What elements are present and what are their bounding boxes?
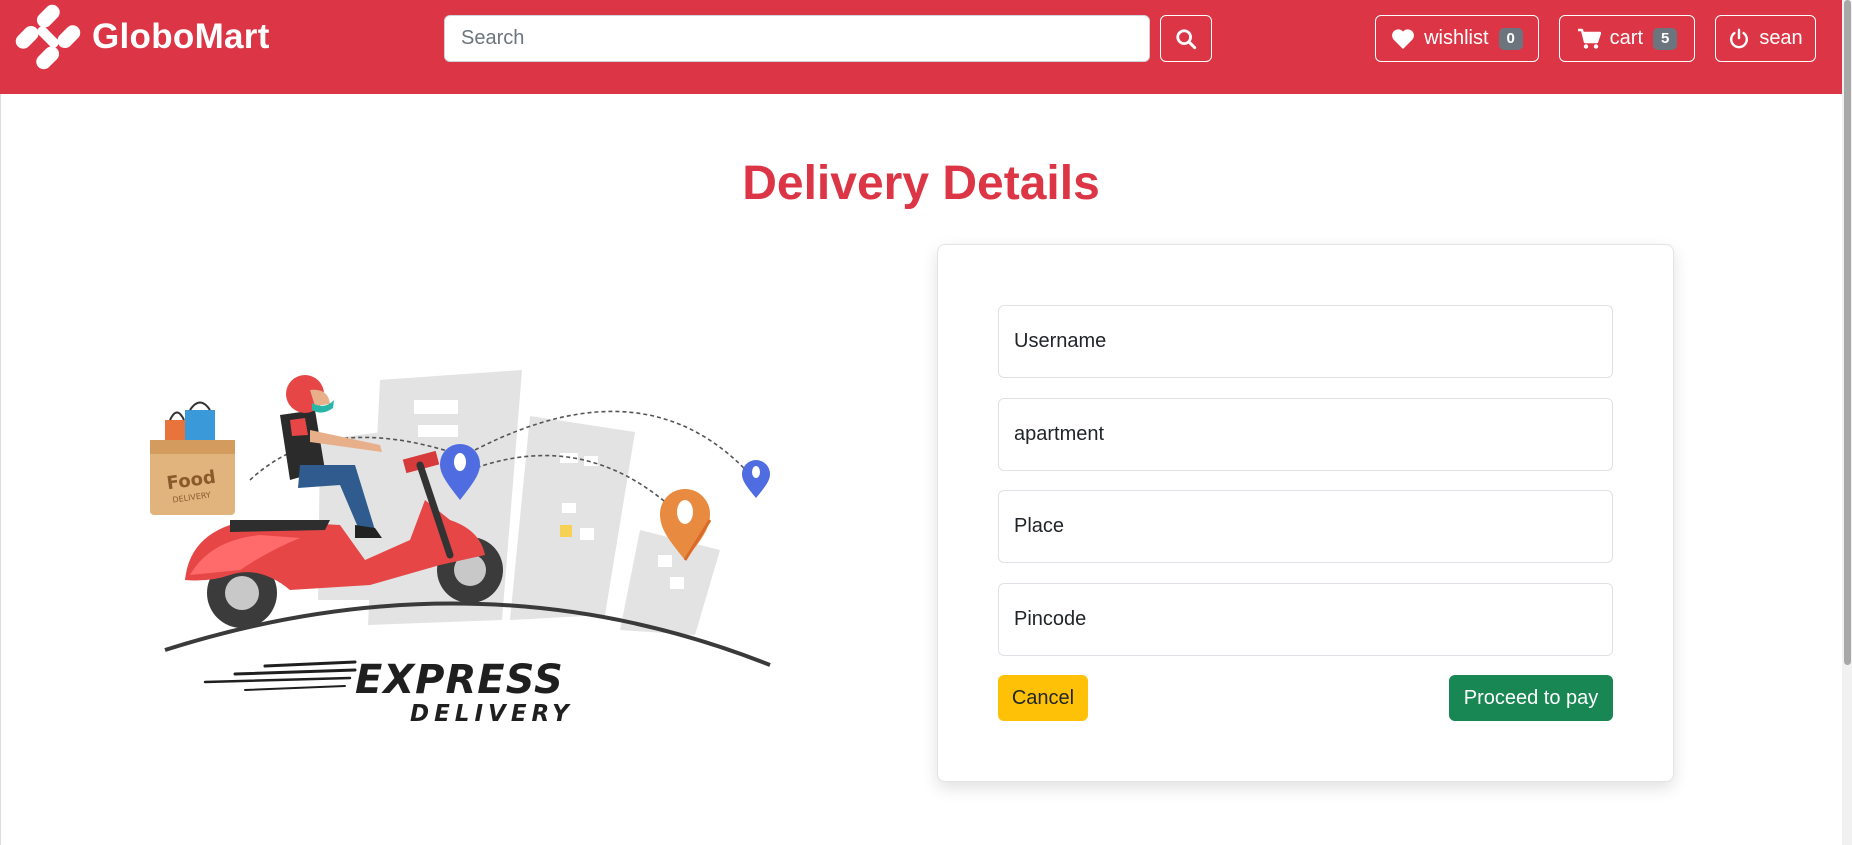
page-scrollbar[interactable] <box>1842 0 1852 845</box>
search-button[interactable] <box>1160 15 1212 62</box>
username-input[interactable] <box>998 305 1613 378</box>
wishlist-label: wishlist <box>1424 27 1489 49</box>
map-pin-icon <box>742 460 770 498</box>
wishlist-count-badge: 0 <box>1498 27 1523 50</box>
brand-name: GloboMart <box>92 17 270 56</box>
power-icon <box>1730 28 1749 48</box>
express-caption: EXPRESS <box>355 657 564 703</box>
express-delivery-illustration: Food DELIVERY EXPRESS DELIVERY <box>150 370 771 727</box>
scrollbar-thumb[interactable] <box>1844 0 1851 665</box>
user-name: sean <box>1759 27 1803 49</box>
food-box-icon: Food DELIVERY <box>150 401 235 515</box>
city-buildings-icon <box>318 370 720 635</box>
user-logout-button[interactable]: sean <box>1715 15 1816 62</box>
cart-label: cart <box>1609 27 1643 49</box>
delivery-caption: DELIVERY <box>410 701 574 727</box>
place-input[interactable] <box>998 490 1613 563</box>
wishlist-button[interactable]: wishlist 0 <box>1375 15 1539 62</box>
proceed-to-pay-button[interactable]: Proceed to pay <box>1449 675 1613 721</box>
cart-icon <box>1577 28 1601 49</box>
heart-icon <box>1392 28 1415 49</box>
pincode-input[interactable] <box>998 583 1613 656</box>
speed-lines-icon <box>203 660 357 691</box>
apartment-input[interactable] <box>998 398 1613 471</box>
brand[interactable]: GloboMart <box>14 4 270 70</box>
top-navbar: GloboMart wishlist 0 cart 5 <box>0 0 1842 94</box>
page: GloboMart wishlist 0 cart 5 <box>0 0 1852 845</box>
cart-count-badge: 5 <box>1653 27 1678 50</box>
brand-logo-icon <box>15 4 81 70</box>
page-title: Delivery Details <box>742 157 1100 210</box>
search-icon <box>1176 28 1197 49</box>
cart-button[interactable]: cart 5 <box>1559 15 1695 62</box>
delivery-form-card: Cancel Proceed to pay <box>937 244 1674 782</box>
cancel-button[interactable]: Cancel <box>998 675 1088 721</box>
search-input[interactable] <box>444 15 1150 62</box>
